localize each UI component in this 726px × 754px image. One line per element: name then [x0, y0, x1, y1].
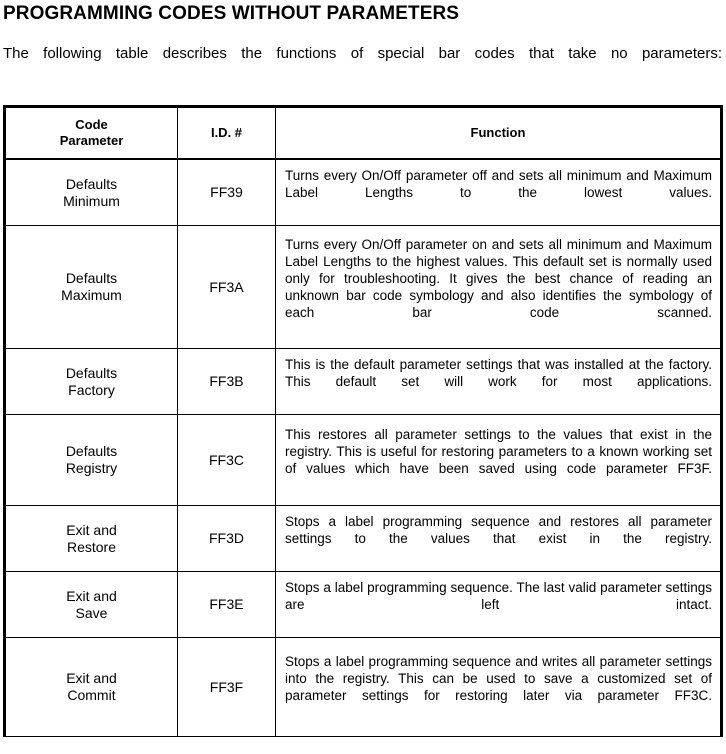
function-description: Stops a label programming sequence and w… [285, 654, 712, 703]
code-id: FF3D [209, 530, 244, 546]
code-parameter-line2: Save [75, 604, 108, 621]
cell-function: This restores all parameter settings to … [275, 414, 722, 506]
cell-id: FF3E [177, 571, 276, 638]
table-row: Defaults Minimum FF39 Turns every On/Off… [4, 159, 722, 226]
programming-codes-table: Code Parameter I.D. # Function Defaults … [3, 105, 723, 737]
code-parameter-line1: Defaults [65, 175, 118, 192]
intro-text: The following table describes the functi… [3, 45, 722, 62]
function-description: This restores all parameter settings to … [285, 427, 712, 476]
column-header-function: Function [275, 106, 722, 160]
table-row: Exit and Commit FF3F Stops a label progr… [4, 637, 722, 737]
cell-function: This is the default parameter settings t… [275, 348, 722, 415]
code-parameter-line1: Defaults [65, 270, 118, 286]
table-body: Defaults Minimum FF39 Turns every On/Off… [4, 159, 722, 737]
code-parameter-line1: Exit and [66, 587, 117, 604]
code-id: FF39 [210, 184, 243, 200]
cell-id: FF3D [177, 505, 276, 572]
table-header: Code Parameter I.D. # Function [4, 106, 722, 160]
table-row: Defaults Registry FF3C This restores all… [4, 414, 722, 506]
code-parameter-line2: Registry [65, 460, 118, 476]
document-page: PROGRAMMING CODES WITHOUT PARAMETERS The… [0, 3, 726, 754]
function-description: Turns every On/Off parameter on and sets… [285, 237, 712, 320]
intro-paragraph: The following table describes the functi… [3, 43, 723, 85]
code-parameter-line2: Restore [66, 538, 117, 555]
cell-function: Stops a label programming sequence. The … [275, 571, 722, 638]
cell-code-parameter: Defaults Maximum [4, 225, 178, 349]
code-parameter-line1: Exit and [66, 670, 117, 686]
cell-function: Turns every On/Off parameter off and set… [275, 159, 722, 226]
cell-code-parameter: Exit and Save [4, 571, 178, 638]
cell-id: FF3B [177, 348, 276, 415]
column-header-code-parameter-line1: Code [75, 117, 108, 132]
function-description: Turns every On/Off parameter off and set… [285, 168, 712, 200]
cell-function: Stops a label programming sequence and r… [275, 505, 722, 572]
cell-id: FF3A [177, 225, 276, 349]
code-parameter-line2: Maximum [61, 287, 122, 303]
table-row: Defaults Factory FF3B This is the defaul… [4, 348, 722, 415]
column-header-code-parameter-line2: Parameter [59, 133, 124, 148]
cell-code-parameter: Defaults Factory [4, 348, 178, 415]
code-id: FF3E [209, 596, 244, 612]
table-row: Defaults Maximum FF3A Turns every On/Off… [4, 225, 722, 349]
table-header-row: Code Parameter I.D. # Function [4, 106, 722, 160]
cell-code-parameter: Exit and Commit [4, 637, 178, 737]
code-parameter-line2: Minimum [63, 192, 120, 209]
column-header-id-label: I.D. # [210, 125, 243, 140]
column-header-id: I.D. # [177, 106, 276, 160]
cell-code-parameter: Exit and Restore [4, 505, 178, 572]
function-description: This is the default parameter settings t… [285, 357, 712, 389]
column-header-code-parameter: Code Parameter [4, 106, 178, 160]
code-id: FF3B [209, 373, 244, 389]
cell-code-parameter: Defaults Minimum [4, 159, 178, 226]
code-parameter-line2: Commit [67, 687, 116, 703]
cell-code-parameter: Defaults Registry [4, 414, 178, 506]
code-parameter-line1: Defaults [65, 443, 118, 459]
table-row: Exit and Save FF3E Stops a label program… [4, 571, 722, 638]
code-id: FF3C [209, 451, 244, 468]
code-parameter-line1: Defaults [65, 364, 118, 381]
cell-function: Stops a label programming sequence and w… [275, 637, 722, 737]
cell-function: Turns every On/Off parameter on and sets… [275, 225, 722, 349]
code-id: FF3F [209, 678, 244, 695]
function-description: Stops a label programming sequence. The … [285, 580, 712, 612]
cell-id: FF39 [177, 159, 276, 226]
code-parameter-line2: Factory [68, 381, 115, 398]
page-title: PROGRAMMING CODES WITHOUT PARAMETERS [3, 3, 460, 24]
cell-id: FF3C [177, 414, 276, 506]
cell-id: FF3F [177, 637, 276, 737]
function-description: Stops a label programming sequence and r… [285, 514, 712, 546]
code-id: FF3A [209, 278, 244, 295]
code-parameter-line1: Exit and [66, 521, 117, 538]
table-row: Exit and Restore FF3D Stops a label prog… [4, 505, 722, 572]
column-header-function-label: Function [470, 125, 526, 140]
